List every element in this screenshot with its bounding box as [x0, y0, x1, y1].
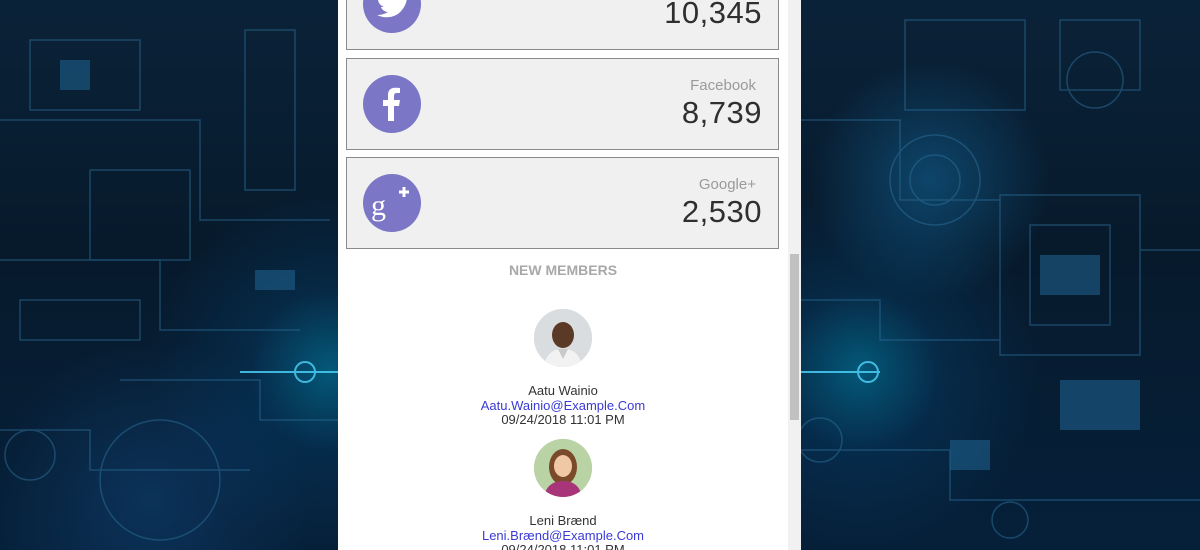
- twitter-count: 10,345: [664, 0, 762, 30]
- google-plus-count: 2,530: [681, 194, 762, 229]
- member-email-link[interactable]: Aatu.Wainio@Example.Com: [338, 398, 788, 413]
- facebook-icon: [363, 75, 421, 133]
- member-joined-date: 09/24/2018 11:01 PM: [501, 542, 625, 550]
- google-plus-label: Google+: [698, 176, 756, 193]
- scrollbar-thumb[interactable]: [790, 254, 799, 420]
- member-name: Leni Brænd: [529, 513, 597, 528]
- twitter-stat-card: 10,345: [346, 0, 779, 50]
- facebook-label: Facebook: [690, 77, 756, 94]
- google-plus-icon: g: [363, 174, 421, 232]
- dashboard-panel: 10,345 Facebook 8,739 g Google+ 2,530 NE…: [338, 0, 801, 550]
- scrollbar-track[interactable]: [788, 0, 801, 550]
- member-joined-date: 09/24/2018 11:01 PM: [501, 412, 625, 427]
- new-members-title: NEW MEMBERS: [508, 262, 618, 278]
- facebook-count: 8,739: [681, 95, 762, 130]
- svg-text:g: g: [371, 189, 386, 222]
- twitter-icon: [363, 0, 421, 33]
- avatar: [534, 309, 592, 367]
- member-name: Aatu Wainio: [528, 383, 598, 398]
- member-email-link[interactable]: Leni.Brænd@Example.Com: [338, 528, 788, 543]
- facebook-stat-card: Facebook 8,739: [346, 58, 779, 150]
- google-plus-stat-card: g Google+ 2,530: [346, 157, 779, 249]
- avatar: [534, 439, 592, 497]
